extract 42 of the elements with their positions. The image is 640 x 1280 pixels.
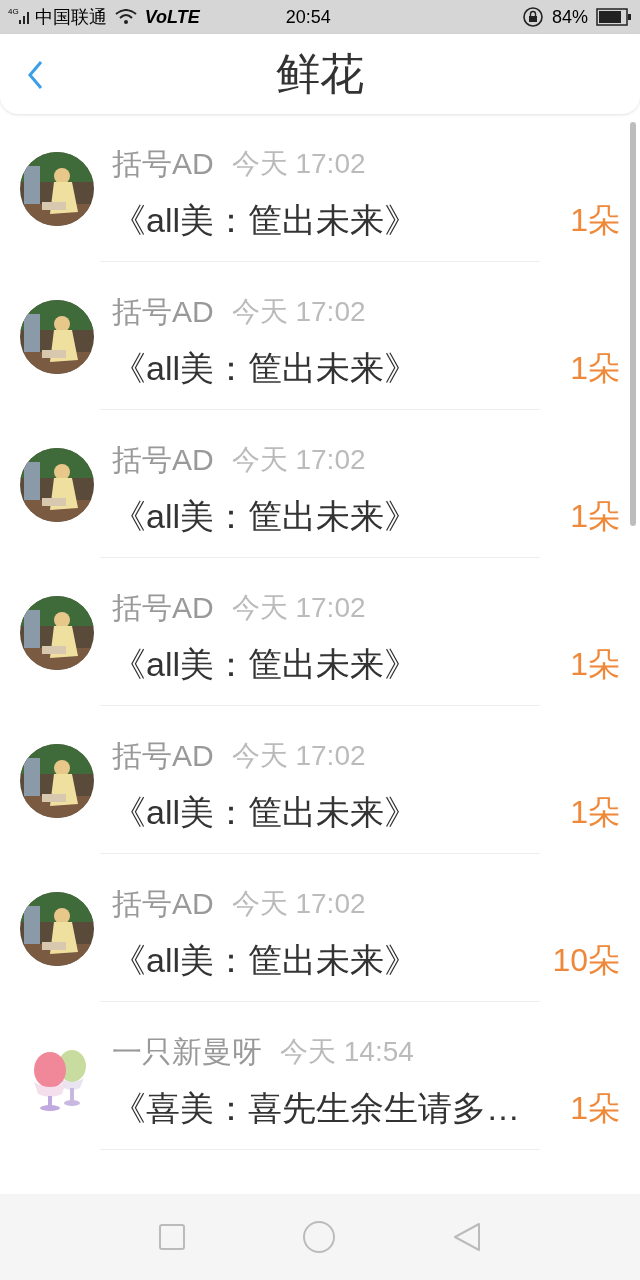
volte-label: VoLTE (144, 5, 200, 29)
back-nav-icon[interactable] (452, 1221, 482, 1253)
sent-time: 今天 17:02 (231, 739, 366, 773)
signal-icon (18, 10, 31, 24)
sender-name: 括号AD (112, 738, 214, 774)
flower-count: 10朵 (552, 941, 620, 980)
wifi-icon (114, 9, 137, 25)
battery-percent: 84% (551, 5, 588, 29)
sender-name: 括号AD (112, 590, 214, 626)
article-title: 《all美：筐出未来》 (112, 348, 419, 388)
clock: 20:54 (285, 5, 331, 29)
page-title: 鲜花 (276, 48, 364, 100)
sender-name: 括号AD (112, 294, 214, 330)
recent-apps-icon[interactable] (158, 1223, 186, 1251)
flower-count: 1朵 (570, 793, 620, 832)
sender-name: 括号AD (112, 442, 214, 478)
sent-time: 今天 17:02 (231, 591, 366, 625)
article-title: 《all美：筐出未来》 (112, 940, 419, 980)
article-title: 《all美：筐出未来》 (112, 792, 419, 832)
carrier-name: 中国联通 (34, 5, 107, 29)
sent-time: 今天 17:02 (231, 443, 366, 477)
back-icon (27, 60, 43, 90)
sent-time: 今天 17:02 (231, 295, 366, 329)
battery-icon (596, 8, 632, 26)
sender-name: 括号AD (112, 146, 214, 182)
flower-count: 1朵 (570, 645, 620, 684)
network-type: 4G (8, 8, 19, 16)
sent-time: 今天 14:54 (280, 1035, 414, 1069)
article-title: 《all美：筐出未来》 (112, 644, 419, 684)
sender-name: 括号AD (112, 886, 214, 922)
article-title: 《喜美：喜先生余生请多… (112, 1088, 520, 1128)
home-icon[interactable] (302, 1220, 336, 1254)
flower-count: 1朵 (570, 497, 620, 536)
article-title: 《all美：筐出未来》 (112, 200, 419, 240)
flower-count: 1朵 (570, 201, 620, 240)
flower-count: 1朵 (570, 349, 620, 388)
flower-count: 1朵 (570, 1089, 620, 1128)
rotation-lock-icon (521, 6, 544, 28)
article-title: 《all美：筐出未来》 (112, 496, 419, 536)
sent-time: 今天 17:02 (231, 147, 366, 181)
sent-time: 今天 17:02 (231, 887, 366, 921)
sender-name: 一只新曼呀 (112, 1034, 262, 1070)
